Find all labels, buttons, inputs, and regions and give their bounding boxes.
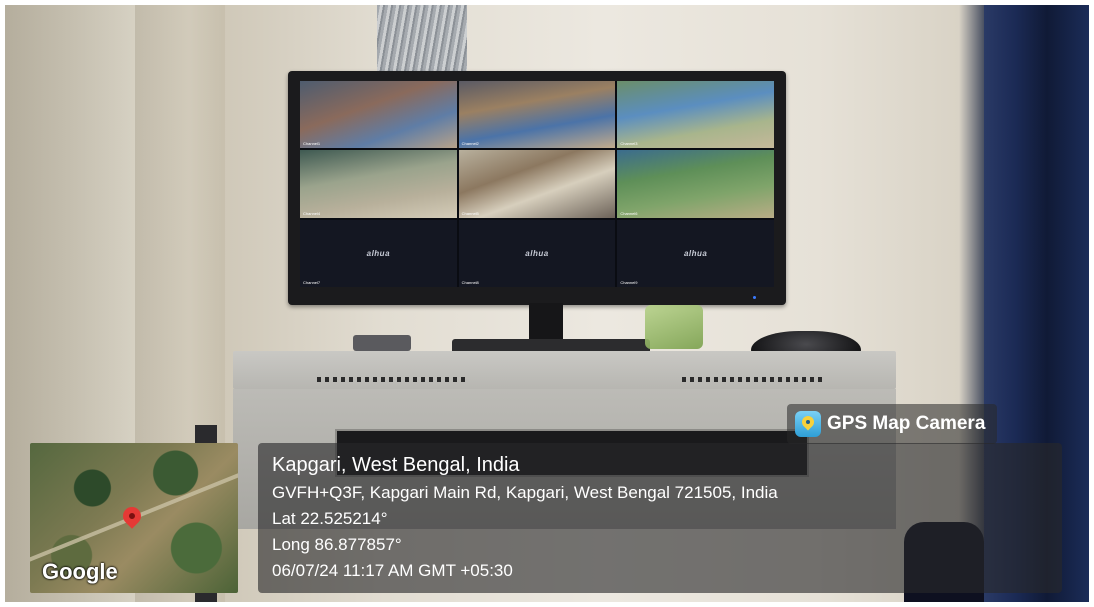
rack-vent	[317, 377, 467, 382]
camera-label: Channel4	[303, 210, 321, 216]
camera-feed: Channel1	[300, 81, 457, 149]
ceiling-cables	[377, 5, 467, 77]
camera-label: Channel9	[620, 280, 638, 285]
camera-label: Channel6	[620, 210, 638, 216]
dvr-brand-logo: alhua	[366, 248, 391, 258]
cctv-monitor: Channel1 Channel2 Channel3 Channel4 Chan…	[288, 71, 786, 305]
google-logo: Google	[42, 559, 118, 584]
camera-feed-empty: alhua Channel8	[458, 219, 616, 287]
camera-feed-empty: alhua Channel9	[617, 219, 774, 287]
map-thumbnail: Google	[30, 443, 238, 593]
camera-label: Channel2	[461, 141, 479, 147]
cctv-screen-grid: Channel1 Channel2 Channel3 Channel4 Chan…	[300, 81, 774, 287]
power-led	[753, 296, 756, 299]
camera-feed: Channel3	[617, 81, 774, 149]
camera-feed: Channel6	[617, 150, 774, 218]
rack-vent	[682, 377, 822, 382]
datetime-line: 06/07/24 11:17 AM GMT +05:30	[272, 561, 513, 580]
latitude-line: Lat 22.525214°	[272, 509, 388, 528]
dvr-brand-logo: alhua	[683, 248, 708, 258]
camera-label: Channel3	[620, 141, 638, 147]
dvr-brand-logo: alhua	[525, 248, 549, 258]
snack-packet	[645, 305, 703, 349]
camera-feed-empty: alhua Channel7	[300, 219, 457, 287]
map-pin-icon	[119, 503, 145, 529]
location-title: Kapgari, West Bengal, India	[272, 454, 520, 476]
camera-label: Channel7	[303, 280, 321, 285]
camera-label: Channel1	[303, 141, 321, 147]
rack-top	[233, 351, 896, 389]
camera-feed: Channel5	[458, 150, 616, 218]
camera-label: Channel8	[461, 280, 479, 285]
gps-app-name: GPS Map Camera	[827, 413, 986, 434]
location-info-panel: Kapgari, West Bengal, India GVFH+Q3F, Ka…	[258, 443, 1062, 593]
camera-feed: Channel2	[458, 81, 616, 149]
address-line: GVFH+Q3F, Kapgari Main Rd, Kapgari, West…	[272, 483, 778, 502]
camera-feed: Channel4	[300, 150, 457, 218]
gps-app-badge: GPS Map Camera	[787, 404, 998, 444]
gps-map-camera-icon	[795, 411, 821, 437]
camera-label: Channel5	[461, 210, 479, 216]
longitude-line: Long 86.877857°	[272, 535, 402, 554]
small-device	[353, 335, 411, 351]
